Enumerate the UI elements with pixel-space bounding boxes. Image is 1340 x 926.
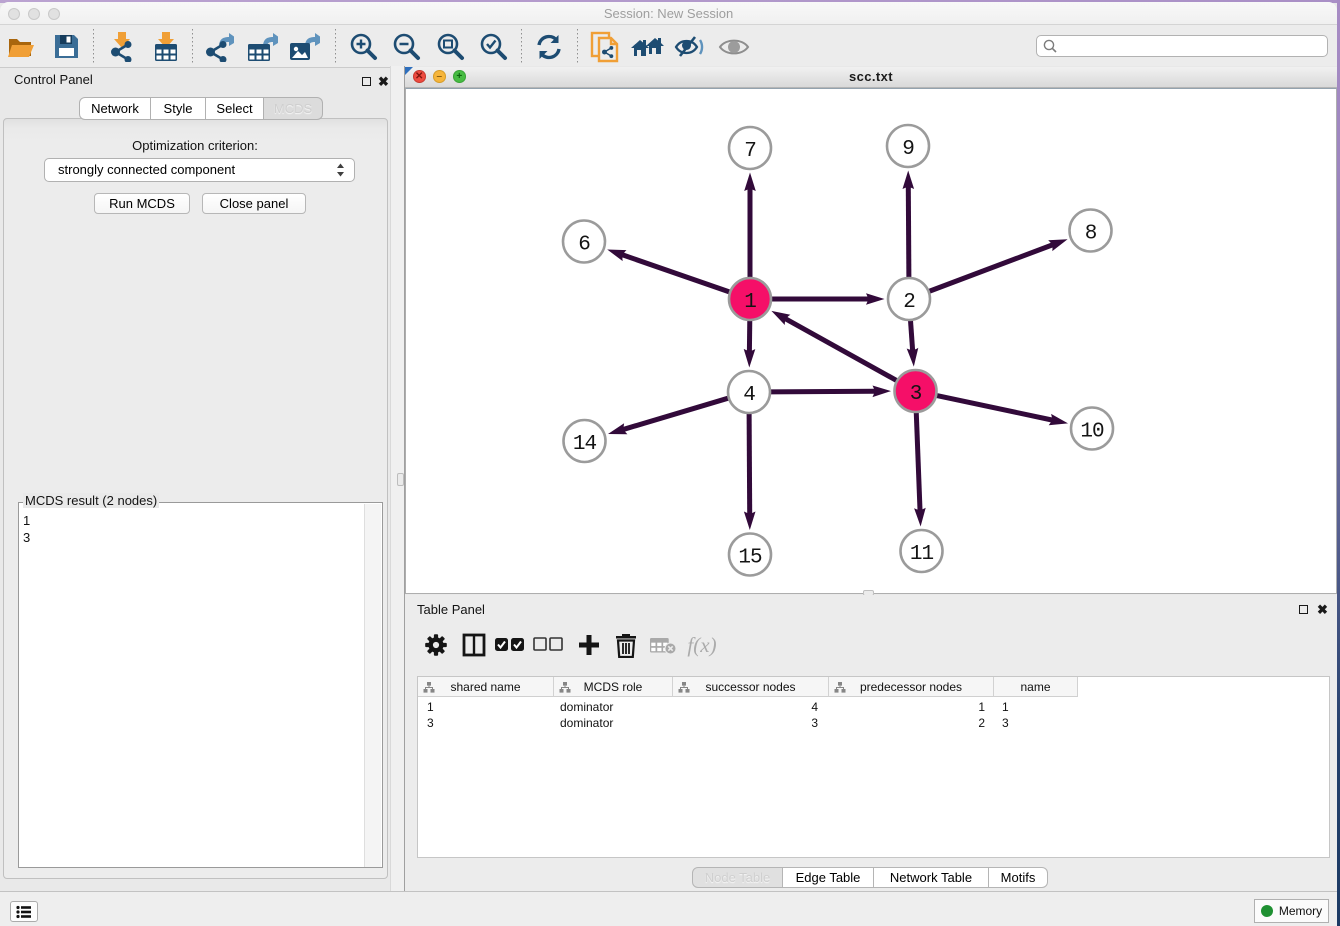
svg-text:10: 10 — [1080, 420, 1104, 443]
svg-text:2: 2 — [903, 291, 915, 314]
svg-text:6: 6 — [578, 233, 590, 256]
svg-text:4: 4 — [743, 384, 755, 407]
svg-text:7: 7 — [744, 140, 756, 163]
svg-text:15: 15 — [738, 546, 762, 569]
svg-text:8: 8 — [1085, 222, 1097, 245]
svg-text:1: 1 — [744, 291, 756, 314]
svg-text:14: 14 — [573, 433, 597, 456]
svg-text:9: 9 — [902, 138, 914, 161]
svg-text:3: 3 — [910, 383, 922, 406]
svg-text:11: 11 — [910, 543, 934, 566]
